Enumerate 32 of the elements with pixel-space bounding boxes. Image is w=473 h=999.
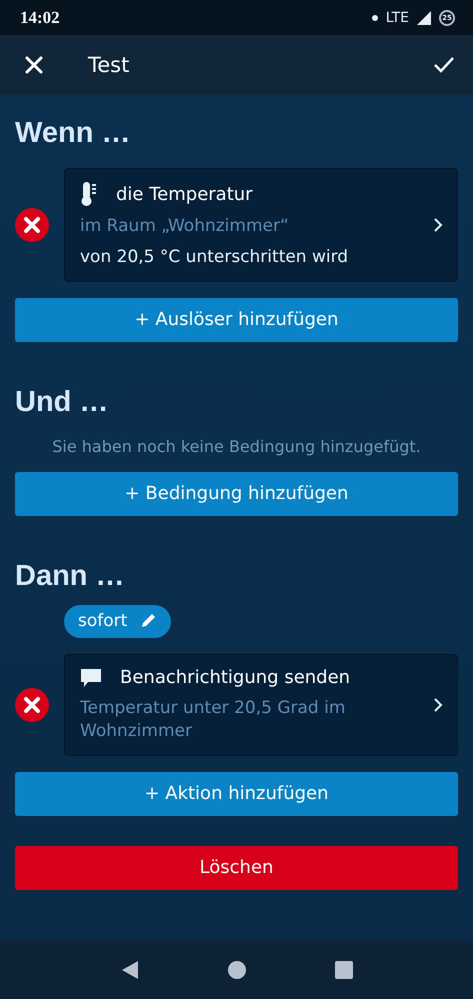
close-icon[interactable] [24, 55, 44, 75]
chevron-right-icon [433, 216, 443, 233]
remove-icon[interactable] [15, 208, 49, 242]
remove-icon[interactable] [15, 688, 49, 722]
section-heading: Dann … [15, 560, 126, 593]
timing-chip[interactable]: sofort [64, 604, 172, 638]
add-button[interactable]: + Aktion hinzufügen [15, 772, 458, 816]
add-button[interactable]: + Bedingung hinzufügen [15, 472, 458, 516]
card-detail: im Raum „Wohnzimmer“ [80, 215, 290, 238]
screen-title: Test [88, 53, 130, 77]
rule-card[interactable]: Benachrichtigung senden Temperatur unter 20,5 Grad im Wohnzimmer [64, 654, 458, 756]
rule-card[interactable]: die Temperatur im Raum „Wohnzimmer“ von 20,5 °C unterschritten wird [64, 168, 458, 282]
speech-bubble-icon [80, 666, 102, 689]
delete-button[interactable]: Löschen [15, 846, 458, 890]
empty-message: Sie haben noch keine Bedingung hinzugefügt. [51, 436, 422, 456]
section-heading: Und … [15, 386, 110, 419]
back-icon[interactable] [120, 960, 140, 980]
network-label: LTE [386, 10, 409, 26]
confirm-check-icon[interactable] [433, 56, 455, 74]
add-button[interactable]: + Auslöser hinzufügen [15, 298, 458, 342]
chevron-right-icon [433, 696, 443, 713]
card-detail: Temperatur unter 20,5 Grad im Wohnzimmer [80, 696, 346, 743]
card-title: Benachrichtigung senden [120, 667, 350, 688]
signal-icon [417, 10, 431, 24]
clock: 14:02 [20, 8, 60, 28]
card-detail: von 20,5 °C unterschritten wird [80, 246, 350, 269]
home-icon[interactable] [226, 960, 246, 980]
notification-dot-icon [372, 14, 378, 20]
section-heading: Wenn … [15, 117, 132, 150]
thermometer-icon [80, 181, 98, 207]
card-title: die Temperatur [116, 184, 253, 204]
recents-icon[interactable] [334, 960, 354, 980]
